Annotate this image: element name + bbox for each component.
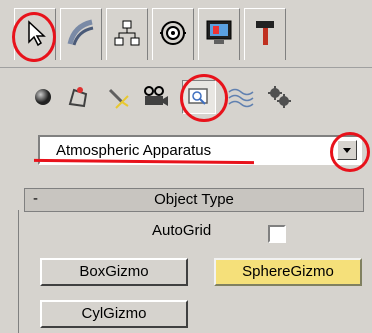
category-cameras[interactable] [140, 82, 170, 112]
shapes-icon [68, 87, 88, 108]
tab-utilities[interactable] [244, 8, 286, 60]
tab-separator [0, 67, 372, 68]
motion-icon [160, 21, 186, 45]
category-lights[interactable] [102, 82, 132, 112]
rollout-title: Object Type [154, 191, 234, 208]
tab-hierarchy[interactable] [106, 8, 148, 60]
category-space-warps[interactable] [226, 82, 256, 112]
object-type-rollout-header[interactable]: - Object Type [24, 188, 364, 212]
autogrid-label: AutoGrid [152, 222, 212, 239]
hierarchy-icon [114, 20, 140, 46]
cameras-icon [144, 86, 168, 106]
hammer-icon [256, 21, 274, 45]
dropdown-value: Atmospheric Apparatus [56, 142, 212, 159]
annotation-circle-dropdown-arrow [330, 132, 370, 172]
category-shapes[interactable] [64, 82, 94, 112]
annotation-circle-helpers [180, 74, 228, 122]
geometry-sphere-icon [35, 89, 51, 105]
spheregizmo-button[interactable]: SphereGizmo [214, 258, 362, 286]
category-systems[interactable] [264, 82, 294, 112]
tab-display[interactable] [198, 8, 240, 60]
cylgizmo-button[interactable]: CylGizmo [40, 300, 188, 328]
modify-curve-icon [67, 19, 94, 46]
tab-motion[interactable] [152, 8, 194, 60]
autogrid-checkbox[interactable] [268, 225, 286, 243]
boxgizmo-button[interactable]: BoxGizmo [40, 258, 188, 286]
category-geometry[interactable] [28, 82, 58, 112]
systems-icon [268, 86, 291, 108]
annotation-circle-create-tab [12, 12, 56, 62]
lights-icon [108, 88, 129, 109]
display-monitor-icon [206, 20, 232, 44]
space-warps-icon [228, 88, 254, 108]
tab-modify[interactable] [60, 8, 102, 60]
